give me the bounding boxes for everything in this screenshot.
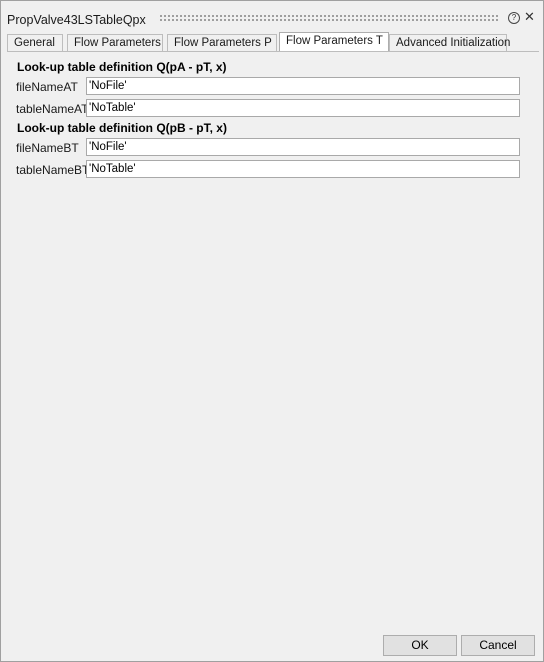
tab-label: Flow Parameters	[74, 37, 161, 49]
close-icon[interactable]: ✕	[524, 10, 535, 24]
tab-label: General	[14, 37, 55, 49]
tab-label: Flow Parameters P	[174, 37, 272, 49]
tab-bar: General Flow Parameters Flow Parameters …	[7, 32, 539, 53]
cancel-button[interactable]: Cancel	[461, 635, 535, 656]
tab-advanced-initialization[interactable]: Advanced Initialization	[389, 34, 511, 52]
filename-at-input[interactable]	[86, 77, 520, 95]
tablename-at-input[interactable]	[86, 99, 520, 117]
tab-label: Flow Parameters T	[286, 35, 383, 47]
tab-content: Look-up table definition Q(pA - pT, x) f…	[7, 52, 539, 624]
title-bar[interactable]: PropValve43LSTableQpx ? ✕	[1, 1, 543, 31]
tab-flow-parameters[interactable]: Flow Parameters	[67, 34, 163, 52]
filename-bt-input[interactable]	[86, 138, 520, 156]
tab-label: Advanced Initialization	[396, 37, 511, 49]
dialog-window: PropValve43LSTableQpx ? ✕ General Flow P…	[0, 0, 544, 662]
section-header-a: Look-up table definition Q(pA - pT, x)	[17, 60, 227, 74]
tab-flow-parameters-t[interactable]: Flow Parameters T	[279, 32, 389, 53]
drag-grip[interactable]	[159, 14, 499, 22]
field-label-tablename-bt: tableNameBT	[16, 163, 90, 177]
field-label-tablename-at: tableNameAT	[16, 102, 89, 116]
help-icon[interactable]: ?	[508, 12, 520, 24]
tab-general[interactable]: General	[7, 34, 63, 52]
tablename-bt-input[interactable]	[86, 160, 520, 178]
ok-button[interactable]: OK	[383, 635, 457, 656]
field-label-filename-at: fileNameAT	[16, 80, 78, 94]
section-header-b: Look-up table definition Q(pB - pT, x)	[17, 121, 227, 135]
window-title: PropValve43LSTableQpx	[7, 13, 146, 27]
field-label-filename-bt: fileNameBT	[16, 141, 79, 155]
tab-flow-parameters-p[interactable]: Flow Parameters P	[167, 34, 277, 52]
